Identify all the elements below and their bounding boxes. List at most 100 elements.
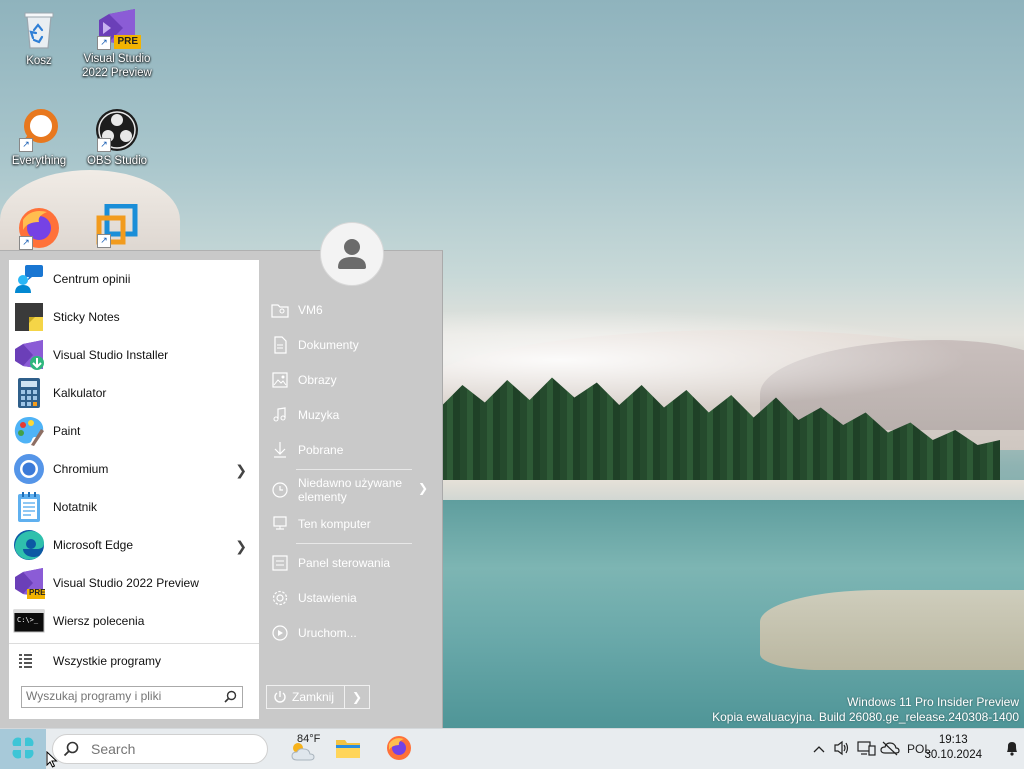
start-button[interactable] bbox=[0, 729, 46, 769]
start-right-run[interactable]: Uruchom... bbox=[270, 618, 430, 648]
right-item-label: Obrazy bbox=[298, 373, 337, 387]
program-notepad[interactable]: Notatnik bbox=[9, 488, 259, 526]
taskbar-file-explorer[interactable] bbox=[330, 733, 366, 765]
show-hidden-icons-button[interactable] bbox=[808, 729, 830, 769]
desktop-icon-vmware[interactable]: ↗ bbox=[79, 203, 155, 250]
pictures-icon bbox=[270, 370, 290, 390]
speaker-icon bbox=[833, 740, 851, 759]
weather-temperature: 84°F bbox=[297, 733, 321, 745]
search-icon bbox=[63, 741, 79, 757]
mouse-cursor-icon bbox=[46, 750, 58, 771]
program-calculator[interactable]: Kalkulator bbox=[9, 374, 259, 412]
start-right-settings[interactable]: Ustawienia bbox=[270, 583, 430, 613]
all-programs-list-icon bbox=[13, 645, 45, 677]
documents-icon bbox=[270, 335, 290, 355]
start-right-documents[interactable]: Dokumenty bbox=[270, 330, 430, 360]
shutdown-button[interactable]: Zamknij bbox=[267, 686, 345, 708]
all-programs-label: Wszystkie programy bbox=[53, 654, 162, 668]
network-icon bbox=[856, 740, 876, 759]
visual-studio-installer-icon bbox=[13, 339, 45, 371]
right-item-label: Niedawno używane elementy bbox=[298, 476, 403, 504]
taskbar-firefox[interactable] bbox=[381, 733, 417, 765]
desktop-icon-everything[interactable]: ↗ Everything bbox=[1, 108, 77, 168]
preview-badge: PRE bbox=[29, 588, 46, 597]
program-paint[interactable]: Paint bbox=[9, 412, 259, 450]
chevron-right-icon: ❯ bbox=[351, 690, 363, 704]
right-item-label: Ten komputer bbox=[298, 517, 371, 531]
start-right-downloads[interactable]: Pobrane bbox=[270, 435, 430, 465]
visual-studio-preview-icon: PRE bbox=[13, 567, 45, 599]
user-avatar[interactable] bbox=[320, 222, 384, 286]
taskbar-clock[interactable]: 19:13 30.10.2024 bbox=[924, 733, 982, 763]
program-label: Sticky Notes bbox=[53, 310, 120, 324]
desktop-icon-recycle-bin[interactable]: Kosz bbox=[1, 8, 77, 68]
tray-volume[interactable] bbox=[830, 729, 854, 769]
watermark-build: Kopia ewaluacyjna. Build 26080.ge_releas… bbox=[712, 710, 1019, 724]
program-sticky-notes[interactable]: Sticky Notes bbox=[9, 298, 259, 336]
start-right-control-panel[interactable]: Panel sterowania bbox=[270, 548, 430, 578]
shortcut-arrow-icon: ↗ bbox=[97, 234, 111, 248]
right-item-label: Uruchom... bbox=[298, 626, 357, 640]
music-icon bbox=[270, 405, 290, 425]
tray-onedrive[interactable] bbox=[878, 729, 902, 769]
desktop-icon-obs-studio[interactable]: ↗ OBS Studio bbox=[79, 108, 155, 168]
user-folder-icon bbox=[270, 300, 290, 320]
desktop-icon-firefox[interactable]: ↗ bbox=[1, 206, 77, 252]
power-icon bbox=[273, 690, 287, 704]
tray-network[interactable] bbox=[854, 729, 878, 769]
program-visual-studio-preview[interactable]: PRE Visual Studio 2022 Preview bbox=[9, 564, 259, 602]
program-visual-studio-installer[interactable]: Visual Studio Installer bbox=[9, 336, 259, 374]
shortcut-arrow-icon: ↗ bbox=[19, 138, 33, 152]
start-right-this-pc[interactable]: Ten komputer bbox=[270, 509, 430, 539]
program-chromium[interactable]: Chromium ❯ bbox=[9, 450, 259, 488]
watermark-edition: Windows 11 Pro Insider Preview bbox=[847, 695, 1019, 709]
desktop-icon-label: Kosz bbox=[26, 55, 52, 67]
program-label: Paint bbox=[53, 424, 81, 438]
visual-studio-preview-icon: PRE ↗ bbox=[95, 6, 141, 50]
program-microsoft-edge[interactable]: Microsoft Edge ❯ bbox=[9, 526, 259, 564]
shortcut-arrow-icon: ↗ bbox=[19, 236, 33, 250]
program-label: Visual Studio Installer bbox=[53, 348, 169, 362]
wallpaper-shore bbox=[440, 480, 1024, 502]
start-right-pictures[interactable]: Obrazy bbox=[270, 365, 430, 395]
start-search-input[interactable] bbox=[22, 687, 220, 705]
search-icon bbox=[224, 690, 237, 706]
right-item-label: Panel sterowania bbox=[298, 556, 391, 570]
command-prompt-icon: C:\>_ bbox=[13, 605, 45, 637]
notepad-icon bbox=[13, 491, 45, 523]
desktop-icon-label: OBS Studio bbox=[86, 155, 148, 167]
right-item-label: Pobrane bbox=[298, 443, 344, 457]
shutdown-label: Zamknij bbox=[292, 690, 335, 704]
program-command-prompt[interactable]: C:\>_ Wiersz polecenia bbox=[9, 602, 259, 640]
shutdown-options-button[interactable]: ❯ bbox=[345, 686, 369, 708]
folder-icon bbox=[335, 737, 361, 762]
start-right-music[interactable]: Muzyka bbox=[270, 400, 430, 430]
start-right-user-folder[interactable]: VM6 bbox=[270, 295, 430, 325]
all-programs-button[interactable]: Wszystkie programy bbox=[9, 642, 259, 680]
start-right-recent-items[interactable]: Niedawno używane elementy ❯ bbox=[270, 473, 430, 507]
taskbar-search-input[interactable] bbox=[89, 740, 253, 758]
computer-icon bbox=[270, 514, 290, 534]
chevron-right-icon: ❯ bbox=[418, 481, 429, 495]
wallpaper-reeds bbox=[760, 590, 1024, 670]
cmd-prompt-glyph: C:\>_ bbox=[17, 616, 39, 624]
bell-icon bbox=[1005, 740, 1019, 759]
firefox-icon: ↗ bbox=[17, 206, 61, 250]
firefox-icon bbox=[386, 735, 412, 764]
desktop-icon-label: Visual Studio 2022 Preview bbox=[82, 53, 152, 79]
taskbar-search-box bbox=[52, 734, 268, 764]
desktop-icon-visual-studio-preview[interactable]: PRE ↗ Visual Studio 2022 Preview bbox=[79, 6, 155, 80]
calculator-icon bbox=[13, 377, 45, 409]
cloud-offline-icon bbox=[880, 740, 900, 759]
program-label: Visual Studio 2022 Preview bbox=[53, 576, 199, 590]
paint-icon bbox=[13, 415, 45, 447]
chevron-right-icon: ❯ bbox=[235, 538, 247, 554]
feedback-hub-icon bbox=[13, 263, 45, 295]
preview-badge: PRE bbox=[114, 35, 141, 49]
program-feedback-hub[interactable]: Centrum opinii bbox=[9, 260, 259, 298]
chevron-up-icon bbox=[813, 742, 825, 756]
notifications-button[interactable] bbox=[1000, 729, 1024, 769]
start-search-box bbox=[21, 686, 243, 708]
chevron-right-icon: ❯ bbox=[235, 462, 247, 478]
downloads-icon bbox=[270, 440, 290, 460]
